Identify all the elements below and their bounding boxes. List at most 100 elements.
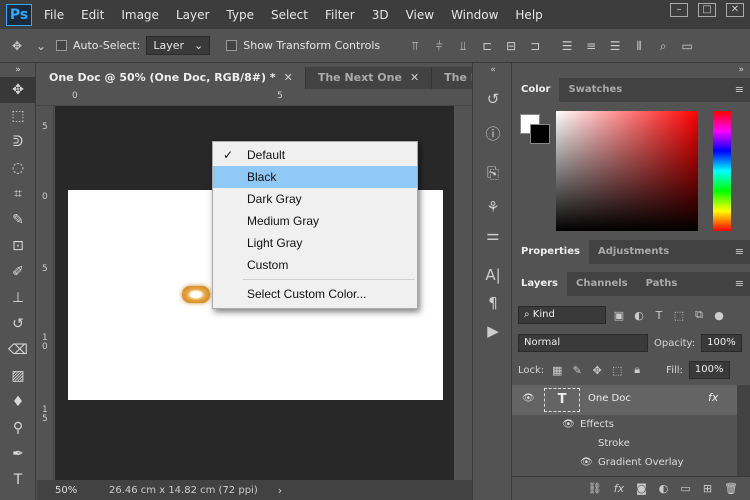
link-layers-icon[interactable]: ⛓	[588, 482, 602, 495]
move-icon[interactable]: ✥	[0, 77, 36, 103]
tool-preset-chevron-icon[interactable]: ⌄	[32, 37, 50, 55]
lock-transparent-icon[interactable]: ▦	[550, 364, 564, 377]
status-menu-arrow-icon[interactable]: ›	[278, 484, 282, 497]
distribute-center-icon[interactable]: ≡	[582, 37, 600, 55]
smart-object-filter-icon[interactable]: ⧉	[692, 308, 706, 322]
history-icon[interactable]: ↺	[473, 85, 513, 113]
menu-image[interactable]: Image	[121, 8, 159, 22]
panel-menu-icon[interactable]: ≡	[735, 272, 744, 296]
search-icon[interactable]: ⌕	[654, 37, 672, 55]
fill-input[interactable]: 100%	[688, 361, 730, 379]
info-icon[interactable]: ⓘ	[473, 119, 513, 147]
paragraph-icon[interactable]: ¶	[473, 289, 513, 317]
new-adjustment-icon[interactable]: ◐	[659, 482, 669, 495]
quick-select-icon[interactable]: ◌	[0, 155, 36, 181]
tab-the-next-one[interactable]: The Next One ✕	[306, 67, 433, 89]
tab-layers[interactable]: Layers	[512, 272, 567, 296]
vertical-scrollbar[interactable]	[454, 106, 471, 480]
panel-menu-icon[interactable]: ≡	[735, 240, 744, 264]
tab-swatches[interactable]: Swatches	[559, 78, 631, 102]
layer-name[interactable]: One Doc	[588, 393, 631, 404]
add-style-icon[interactable]: fx	[614, 482, 624, 495]
menu-item-default[interactable]: ✓ Default	[213, 144, 417, 166]
tab-paths[interactable]: Paths	[637, 272, 687, 296]
menu-3d[interactable]: 3D	[372, 8, 389, 22]
align-hcenter-icon[interactable]: ⊟	[502, 37, 520, 55]
type-icon[interactable]: T	[0, 467, 36, 493]
eye-icon[interactable]: 👁︎	[580, 453, 593, 472]
close-button[interactable]: ✕	[726, 3, 744, 17]
layers-scrollbar[interactable]	[737, 385, 750, 476]
lasso-icon[interactable]: ᕲ	[0, 129, 36, 155]
menu-item-light-gray[interactable]: Light Gray	[213, 232, 417, 254]
distribute-top-icon[interactable]: ☰	[558, 37, 576, 55]
lock-all-icon[interactable]: 🔒︎	[630, 363, 644, 377]
effects-row[interactable]: 👁︎ Effects	[512, 415, 737, 434]
type-filter-icon[interactable]: T	[652, 309, 666, 322]
healing-brush-icon[interactable]: ⊡	[0, 233, 36, 259]
clone-source-icon[interactable]: ⎘	[473, 159, 513, 187]
eye-icon[interactable]: 👁︎	[562, 415, 575, 434]
blend-mode-dropdown[interactable]: Normal	[518, 334, 648, 352]
move-tool-icon[interactable]: ✥	[8, 37, 26, 55]
character-icon[interactable]: A|	[473, 261, 513, 289]
artboard-icon[interactable]: ⬚	[610, 364, 624, 377]
menu-file[interactable]: File	[44, 8, 64, 22]
menu-item-custom[interactable]: Custom	[213, 254, 417, 276]
brush-icon[interactable]: ✐	[0, 259, 36, 285]
tab-adjustments[interactable]: Adjustments	[589, 240, 678, 264]
blur-icon[interactable]: ♦	[0, 389, 36, 415]
lock-position-icon[interactable]: ✥	[590, 364, 604, 377]
tab-one-doc[interactable]: One Doc @ 50% (One Doc, RGB/8#) * ✕	[37, 67, 306, 89]
background-color-swatch[interactable]	[530, 124, 550, 144]
image-filter-icon[interactable]: ▣	[612, 309, 626, 322]
clone-stamp-icon[interactable]: ⊥	[0, 285, 36, 311]
rounded-shape-layer[interactable]	[182, 286, 210, 303]
actions-play-icon[interactable]: ▶	[473, 317, 513, 345]
hue-slider[interactable]	[713, 111, 731, 231]
align-left-icon[interactable]: ⊏	[478, 37, 496, 55]
align-vcenter-icon[interactable]: ⫩	[430, 37, 448, 55]
layer-filter-dropdown[interactable]: ⌕ Kind	[518, 306, 606, 324]
new-group-icon[interactable]: ▭	[680, 482, 690, 495]
eye-icon[interactable]: 👁︎	[522, 393, 535, 404]
menu-item-black[interactable]: Black	[213, 166, 417, 188]
filter-toggle-icon[interactable]: ●	[712, 309, 726, 322]
menu-edit[interactable]: Edit	[81, 8, 104, 22]
layer-effects-icon[interactable]: fx	[708, 391, 718, 404]
workspace-icon[interactable]: ▭	[678, 37, 696, 55]
menu-layer[interactable]: Layer	[176, 8, 209, 22]
pen-icon[interactable]: ✒	[0, 441, 36, 467]
maximize-button[interactable]: □	[698, 3, 716, 17]
menu-type[interactable]: Type	[226, 8, 254, 22]
close-icon[interactable]: ✕	[410, 71, 419, 84]
shape-filter-icon[interactable]: ⬚	[672, 309, 686, 322]
eyedropper-icon[interactable]: ✎	[0, 207, 36, 233]
layer-row-one-doc[interactable]: 👁︎ T One Doc fx	[512, 385, 737, 415]
align-bottom-icon[interactable]: ⫫	[454, 37, 472, 55]
distribute-left-icon[interactable]: ⫴	[630, 37, 648, 55]
adjustments-icon[interactable]: ⚌	[473, 221, 513, 249]
toolbar-collapse-icon[interactable]: »	[0, 63, 36, 77]
align-right-icon[interactable]: ⊐	[526, 37, 544, 55]
menu-item-dark-gray[interactable]: Dark Gray	[213, 188, 417, 210]
menu-filter[interactable]: Filter	[325, 8, 355, 22]
menu-select[interactable]: Select	[271, 8, 308, 22]
close-icon[interactable]: ✕	[284, 71, 293, 84]
adjustment-filter-icon[interactable]: ◐	[632, 309, 646, 322]
align-top-icon[interactable]: ⫪	[406, 37, 424, 55]
gradient-overlay-row[interactable]: 👁︎ Gradient Overlay	[512, 453, 737, 472]
tab-color[interactable]: Color	[512, 78, 560, 102]
minimize-button[interactable]: –	[670, 3, 688, 17]
opacity-input[interactable]: 100%	[701, 334, 742, 352]
panel-menu-icon[interactable]: ≡	[735, 78, 744, 102]
brush-presets-icon[interactable]: ⚘	[473, 193, 513, 221]
delete-layer-icon[interactable]: 🗑︎	[724, 482, 738, 495]
menu-item-medium-gray[interactable]: Medium Gray	[213, 210, 417, 232]
eraser-icon[interactable]: ⌫	[0, 337, 36, 363]
tab-properties[interactable]: Properties	[512, 240, 589, 264]
distribute-bottom-icon[interactable]: ☰	[606, 37, 624, 55]
dock-collapse-icon[interactable]: «	[473, 63, 513, 77]
tab-channels[interactable]: Channels	[567, 272, 637, 296]
zoom-level[interactable]: 50%	[37, 485, 77, 496]
